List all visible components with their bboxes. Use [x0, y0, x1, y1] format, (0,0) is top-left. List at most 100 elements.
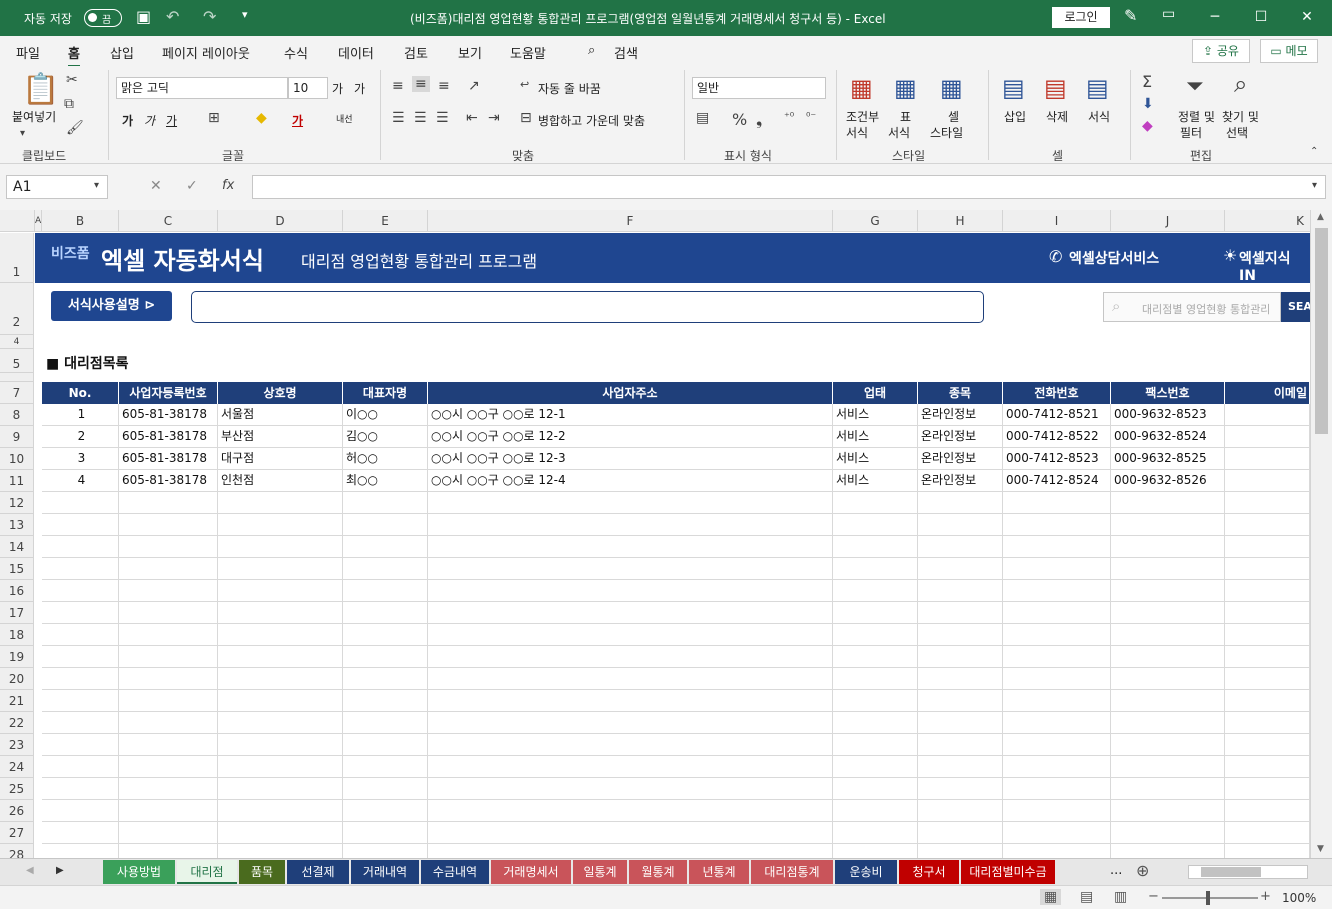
column-header[interactable]: D [218, 210, 343, 232]
table-cell[interactable] [833, 580, 918, 602]
row-header[interactable]: 12 [0, 492, 34, 514]
table-cell[interactable] [1003, 690, 1111, 712]
increase-indent-icon[interactable]: ⇥ [488, 110, 500, 126]
maximize-icon[interactable]: ☐ [1246, 6, 1276, 28]
table-cell[interactable] [42, 492, 119, 514]
align-bottom-icon[interactable]: ≡ [438, 78, 450, 94]
font-name-select[interactable]: 맑은 고딕 [116, 77, 288, 99]
more-tabs[interactable]: ... [1110, 863, 1122, 878]
table-cell[interactable] [42, 690, 119, 712]
zoom-out-icon[interactable]: − [1148, 889, 1159, 904]
table-cell[interactable] [918, 712, 1003, 734]
table-cell[interactable] [1225, 800, 1310, 822]
table-cell[interactable] [1003, 558, 1111, 580]
autosave-toggle[interactable]: 끔 [84, 9, 122, 27]
table-cell[interactable] [1111, 514, 1225, 536]
menu-formulas[interactable]: 수식 [284, 43, 308, 62]
table-cell[interactable]: 인천점 [218, 470, 343, 492]
knowledge-link[interactable]: 엑셀지식 IN [1239, 248, 1310, 284]
worksheet-grid[interactable]: A B C D E F G H I J K 1 2 4 5 7 8 9 10 11 12… [0, 210, 1310, 858]
find-select-icon[interactable]: ⌕ [1234, 70, 1247, 98]
table-cell[interactable] [343, 712, 428, 734]
table-cell[interactable]: 000-7412-8524 [1003, 470, 1111, 492]
undo-icon[interactable]: ↶ [166, 7, 179, 26]
phonetic-button[interactable]: 내선 [336, 112, 353, 125]
table-cell[interactable] [1111, 778, 1225, 800]
table-cell[interactable] [119, 800, 218, 822]
table-cell[interactable] [119, 580, 218, 602]
table-cell[interactable] [218, 822, 343, 844]
menu-search[interactable]: 검색 [614, 43, 638, 62]
table-cell[interactable] [833, 844, 918, 858]
sheet-tab[interactable]: 사용방법 [103, 860, 175, 884]
table-cell[interactable] [1003, 602, 1111, 624]
menu-page-layout[interactable]: 페이지 레이아웃 [162, 43, 250, 62]
column-header[interactable]: J [1111, 210, 1225, 232]
table-cell[interactable] [1225, 756, 1310, 778]
table-cell[interactable] [1225, 734, 1310, 756]
table-cell[interactable]: 서비스 [833, 470, 918, 492]
table-cell[interactable] [1225, 668, 1310, 690]
table-cell[interactable]: 대구점 [218, 448, 343, 470]
table-cell[interactable] [428, 734, 833, 756]
row-header[interactable]: 24 [0, 756, 34, 778]
tab-scroll-left-icon[interactable]: ◀ [26, 865, 34, 876]
menu-view[interactable]: 보기 [458, 43, 482, 62]
align-right-icon[interactable]: ☰ [436, 110, 449, 126]
zoom-slider-thumb[interactable] [1206, 891, 1210, 905]
copy-icon[interactable]: ⧉ [64, 96, 74, 112]
table-cell[interactable] [42, 668, 119, 690]
table-cell[interactable]: 온라인정보 [918, 448, 1003, 470]
share-button[interactable]: ⇪ 공유 [1192, 39, 1250, 63]
table-cell[interactable] [1003, 492, 1111, 514]
menu-file[interactable]: 파일 [16, 43, 40, 62]
vertical-scrollbar[interactable]: ▲ ▼ [1310, 210, 1332, 858]
table-cell[interactable] [42, 800, 119, 822]
table-cell[interactable] [833, 756, 918, 778]
table-header[interactable]: No. [42, 382, 119, 404]
align-center-icon[interactable]: ☰ [414, 110, 427, 126]
ribbon-display-icon[interactable]: ▭ [1162, 6, 1175, 22]
table-cell[interactable] [1111, 646, 1225, 668]
format-painter-icon[interactable]: 🖌 [66, 120, 84, 136]
table-cell[interactable] [918, 514, 1003, 536]
table-cell[interactable] [428, 602, 833, 624]
table-cell[interactable] [218, 734, 343, 756]
row-header[interactable]: 13 [0, 514, 34, 536]
bold-button[interactable]: 가 [122, 112, 133, 129]
scroll-down-icon[interactable]: ▼ [1317, 844, 1324, 854]
table-cell[interactable] [1225, 492, 1310, 514]
table-cell[interactable] [218, 602, 343, 624]
table-cell[interactable]: ○○시 ○○구 ○○로 12-2 [428, 426, 833, 448]
customize-qat-icon[interactable]: ▾ [242, 8, 248, 21]
row-header[interactable]: 18 [0, 624, 34, 646]
table-cell[interactable] [428, 580, 833, 602]
row-header[interactable]: 4 [0, 335, 34, 349]
delete-cells-icon[interactable]: ▤ [1044, 74, 1067, 102]
table-header[interactable]: 상호명 [218, 382, 343, 404]
table-cell[interactable] [42, 646, 119, 668]
table-cell[interactable] [343, 800, 428, 822]
format-table-icon[interactable]: ▦ [894, 74, 917, 102]
table-cell[interactable] [918, 492, 1003, 514]
decrease-decimal-icon[interactable]: ⁰⁻ [806, 110, 816, 123]
format-cells-button[interactable]: 서식 [1088, 108, 1110, 125]
table-cell[interactable] [343, 602, 428, 624]
row-header[interactable]: 25 [0, 778, 34, 800]
row-header[interactable]: 19 [0, 646, 34, 668]
table-cell[interactable] [833, 558, 918, 580]
sheet-tab[interactable]: 월통계 [629, 860, 687, 884]
row-header[interactable]: 20 [0, 668, 34, 690]
cut-icon[interactable]: ✂ [66, 72, 78, 88]
consult-link[interactable]: 엑셀상담서비스 [1069, 248, 1159, 268]
sheet-tab[interactable]: 수금내역 [421, 860, 489, 884]
insert-cells-icon[interactable]: ▤ [1002, 74, 1025, 102]
search-box[interactable]: ⌕ 대리점별 영업현황 통합관리 [1103, 292, 1281, 322]
table-cell[interactable] [1003, 624, 1111, 646]
table-cell[interactable] [1111, 822, 1225, 844]
table-cell[interactable]: 부산점 [218, 426, 343, 448]
table-cell[interactable] [918, 536, 1003, 558]
select-all-corner[interactable] [0, 210, 35, 232]
wrap-text-button[interactable]: 자동 줄 바꿈 [538, 80, 601, 97]
table-header[interactable]: 사업자주소 [428, 382, 833, 404]
